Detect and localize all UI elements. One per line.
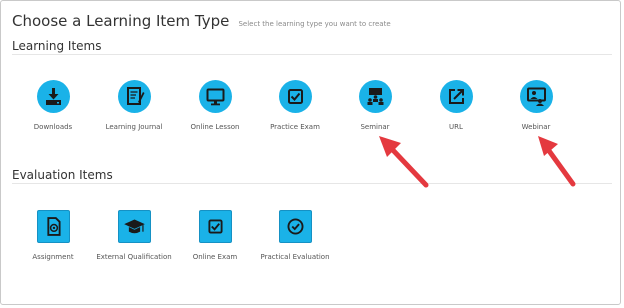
section-title-evaluation-items: Evaluation Items	[12, 168, 113, 182]
panel-header: Choose a Learning Item Type Select the l…	[12, 11, 391, 30]
seminar-icon	[358, 80, 392, 113]
item-external-qualification[interactable]: External Qualification	[94, 210, 174, 263]
annotation-arrow-seminar	[379, 136, 429, 188]
item-label: Downloads	[33, 123, 73, 131]
download-icon	[36, 80, 70, 113]
item-learning-journal[interactable]: Learning Journal	[94, 80, 174, 133]
item-seminar[interactable]: Seminar	[335, 80, 415, 133]
section-divider	[12, 54, 612, 55]
checkbox-icon	[278, 80, 312, 113]
item-label: Practice Exam	[270, 123, 320, 131]
item-url[interactable]: URL	[416, 80, 496, 133]
item-online-lesson[interactable]: Online Lesson	[175, 80, 255, 133]
checkbox-icon	[198, 210, 232, 243]
monitor-icon	[198, 80, 232, 113]
item-assignment[interactable]: Assignment	[13, 210, 93, 263]
section-title-learning-items: Learning Items	[12, 39, 102, 53]
webinar-icon	[519, 80, 553, 113]
section-divider	[12, 183, 612, 184]
item-practice-exam[interactable]: Practice Exam	[255, 80, 335, 133]
item-label: External Qualification	[96, 253, 172, 261]
item-online-exam[interactable]: Online Exam	[175, 210, 255, 263]
learning-item-type-panel: Choose a Learning Item Type Select the l…	[0, 0, 621, 305]
item-label: Learning Journal	[105, 123, 163, 131]
item-practical-evaluation[interactable]: Practical Evaluation	[255, 210, 335, 263]
page-title: Choose a Learning Item Type	[12, 12, 230, 30]
page-subtitle: Select the learning type you want to cre…	[238, 20, 391, 28]
item-webinar[interactable]: Webinar	[496, 80, 576, 133]
annotation-arrow-webinar	[538, 136, 576, 187]
check-circle-icon	[278, 210, 312, 243]
item-downloads[interactable]: Downloads	[13, 80, 93, 133]
external-link-icon	[439, 80, 473, 113]
item-label: Online Exam	[192, 253, 238, 261]
item-label: Practical Evaluation	[260, 253, 330, 261]
assignment-icon	[36, 210, 70, 243]
item-label: Assignment	[32, 253, 74, 261]
graduation-cap-icon	[117, 210, 151, 243]
journal-icon	[117, 80, 151, 113]
item-label: Online Lesson	[190, 123, 240, 131]
